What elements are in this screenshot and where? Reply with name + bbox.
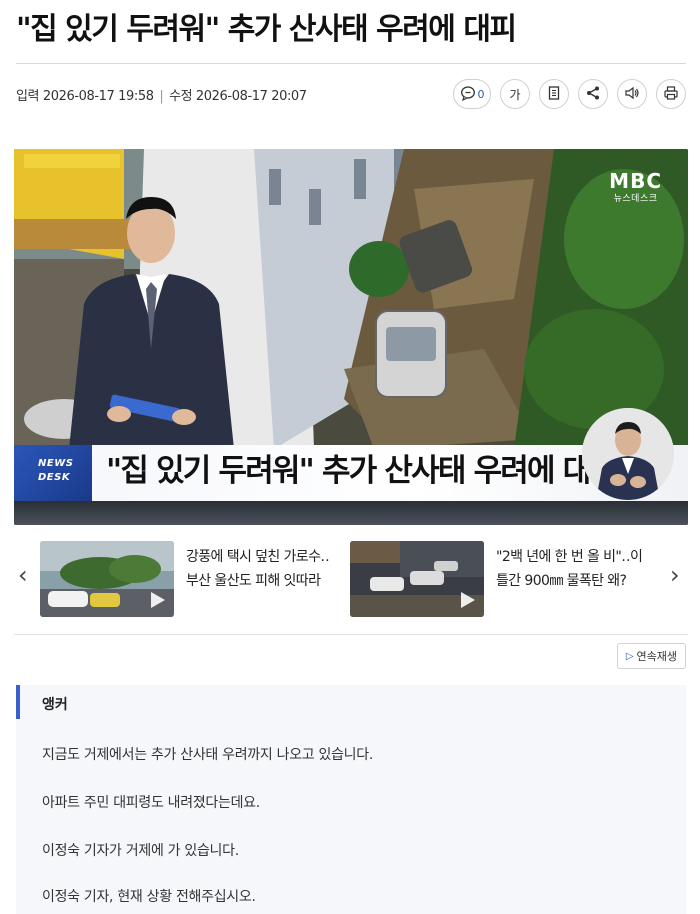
- badge-line-1: NEWS: [38, 458, 74, 469]
- caption-strip: [14, 501, 688, 525]
- print-icon: [663, 85, 679, 104]
- comment-button[interactable]: 0: [453, 79, 491, 109]
- related-title[interactable]: 강풍에 택시 덮친 가로수‥ 부산 울산도 피해 잇따라: [186, 545, 346, 593]
- related-title[interactable]: "2백 년에 한 번 올 비"‥이 틀간 900㎜ 물폭탄 왜?: [496, 545, 656, 593]
- autoplay-label: 연속재생: [636, 650, 677, 663]
- article-paragraph: 이정숙 기자가 거제에 가 있습니다.: [42, 843, 239, 859]
- newsdesk-badge: NEWS DESK: [14, 445, 92, 501]
- input-label: 입력: [16, 89, 40, 104]
- edit-label: 수정: [169, 89, 193, 104]
- video-caption: "집 있기 두려워" 추가 산사태 우려에 대피: [106, 453, 618, 489]
- input-time: 2026-08-17 19:58: [42, 89, 154, 104]
- play-icon: [151, 592, 165, 608]
- related-thumbnail[interactable]: [40, 541, 174, 617]
- comment-count: 0: [477, 87, 485, 101]
- share-icon: [585, 85, 601, 104]
- bookmark-icon: [546, 85, 562, 104]
- article-title: "집 있기 두려워" 추가 산사태 우려에 대피: [16, 12, 517, 47]
- mbc-logo: MBC 뉴스데스크: [609, 169, 662, 204]
- related-item[interactable]: "2백 년에 한 번 올 비"‥이 틀간 900㎜ 물폭탄 왜?: [350, 541, 670, 617]
- play-triangle-icon: ▷: [625, 650, 634, 662]
- related-videos: ‹ 강풍에 택시 덮친 가로수‥ 부산 울산도 피해 잇따라 "2백 년에 한 …: [14, 537, 688, 627]
- print-button[interactable]: [656, 79, 686, 109]
- article-meta: 입력 2026-08-17 19:58 | 수정 2026-08-17 20:0…: [16, 85, 307, 104]
- sign-language-interpreter: [582, 408, 674, 500]
- tts-button[interactable]: [617, 79, 647, 109]
- article-toolbar: 0 가: [453, 79, 686, 109]
- title-divider: [16, 63, 686, 64]
- autoplay-toggle[interactable]: ▷ 연속재생: [616, 643, 686, 669]
- video-player[interactable]: MBC 뉴스데스크 NEWS DESK "집 있기 두려워" 추가 산사태 우려…: [14, 149, 688, 525]
- anchor-accent-bar: [16, 685, 20, 719]
- meta-separator: |: [159, 89, 164, 104]
- article-paragraph: 아파트 주민 대피령도 내려졌다는데요.: [42, 795, 260, 811]
- anchor-label: 앵커: [42, 697, 68, 713]
- article-paragraph: 이정숙 기자, 현재 상황 전해주십시오.: [42, 889, 256, 905]
- badge-line-2: DESK: [38, 472, 71, 483]
- font-size-icon: 가: [509, 87, 521, 102]
- bookmark-button[interactable]: [539, 79, 569, 109]
- comment-icon: [460, 85, 476, 104]
- article-body: 앵커 지금도 거제에서는 추가 산사태 우려까지 나오고 있습니다. 아파트 주…: [16, 685, 686, 914]
- section-divider: [14, 634, 688, 635]
- speaker-icon: [624, 85, 640, 104]
- play-icon: [461, 592, 475, 608]
- related-thumbnail[interactable]: [350, 541, 484, 617]
- share-button[interactable]: [578, 79, 608, 109]
- article-paragraph: 지금도 거제에서는 추가 산사태 우려까지 나오고 있습니다.: [42, 747, 373, 763]
- related-item[interactable]: 강풍에 택시 덮친 가로수‥ 부산 울산도 피해 잇따라: [40, 541, 350, 617]
- chevron-right-icon[interactable]: ›: [670, 563, 680, 587]
- chevron-left-icon[interactable]: ‹: [18, 563, 28, 587]
- font-size-button[interactable]: 가: [500, 79, 530, 109]
- edit-time: 2026-08-17 20:07: [195, 89, 307, 104]
